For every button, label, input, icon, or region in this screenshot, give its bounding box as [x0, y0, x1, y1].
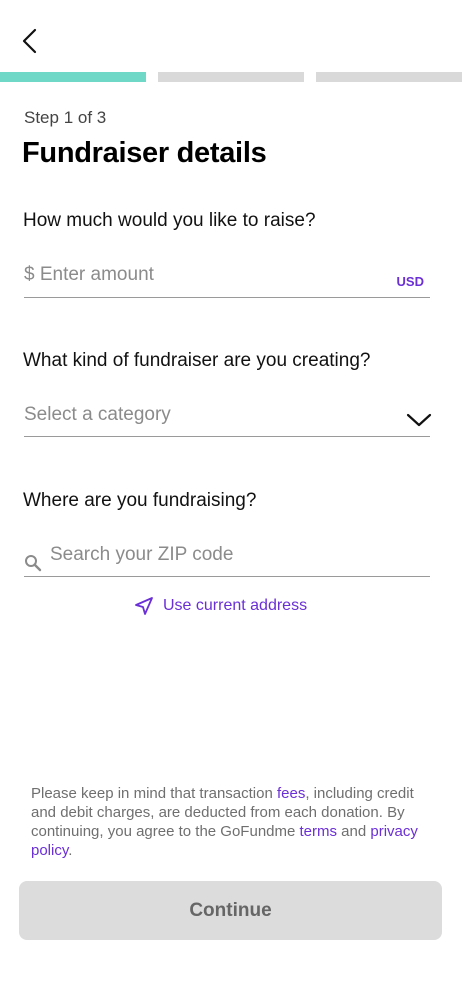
step-indicator: Step 1 of 3	[24, 108, 107, 127]
category-select[interactable]: Select a category	[24, 398, 432, 437]
category-placeholder: Select a category	[24, 404, 171, 425]
category-question: What kind of fundraiser are you creating…	[23, 350, 371, 371]
terms-link[interactable]: terms	[300, 823, 338, 840]
amount-question: How much would you like to raise?	[23, 210, 316, 231]
search-icon	[25, 555, 42, 572]
use-current-address-link[interactable]: Use current address	[133, 594, 307, 618]
progress-bar	[0, 72, 462, 82]
continue-button[interactable]: Continue	[19, 881, 442, 940]
amount-placeholder: $ Enter amount	[24, 264, 154, 285]
back-button[interactable]	[18, 26, 46, 56]
fees-link[interactable]: fees	[277, 785, 305, 802]
navigation-arrow-icon	[135, 597, 153, 615]
progress-segment-1	[0, 72, 146, 82]
use-current-address-label: Use current address	[163, 597, 308, 614]
currency-badge: USD	[396, 274, 424, 289]
zip-search-input[interactable]: Search your ZIP code	[24, 538, 430, 577]
zip-placeholder: Search your ZIP code	[50, 544, 234, 565]
chevron-left-icon	[22, 28, 37, 54]
amount-field[interactable]: $ Enter amount USD	[24, 258, 430, 298]
progress-segment-3	[316, 72, 462, 82]
chevron-down-icon	[406, 413, 432, 427]
location-question: Where are you fundraising?	[23, 490, 257, 511]
fees-disclaimer: Please keep in mind that transaction fee…	[31, 785, 418, 859]
page-title: Fundraiser details	[22, 137, 267, 169]
progress-segment-2	[158, 72, 304, 82]
